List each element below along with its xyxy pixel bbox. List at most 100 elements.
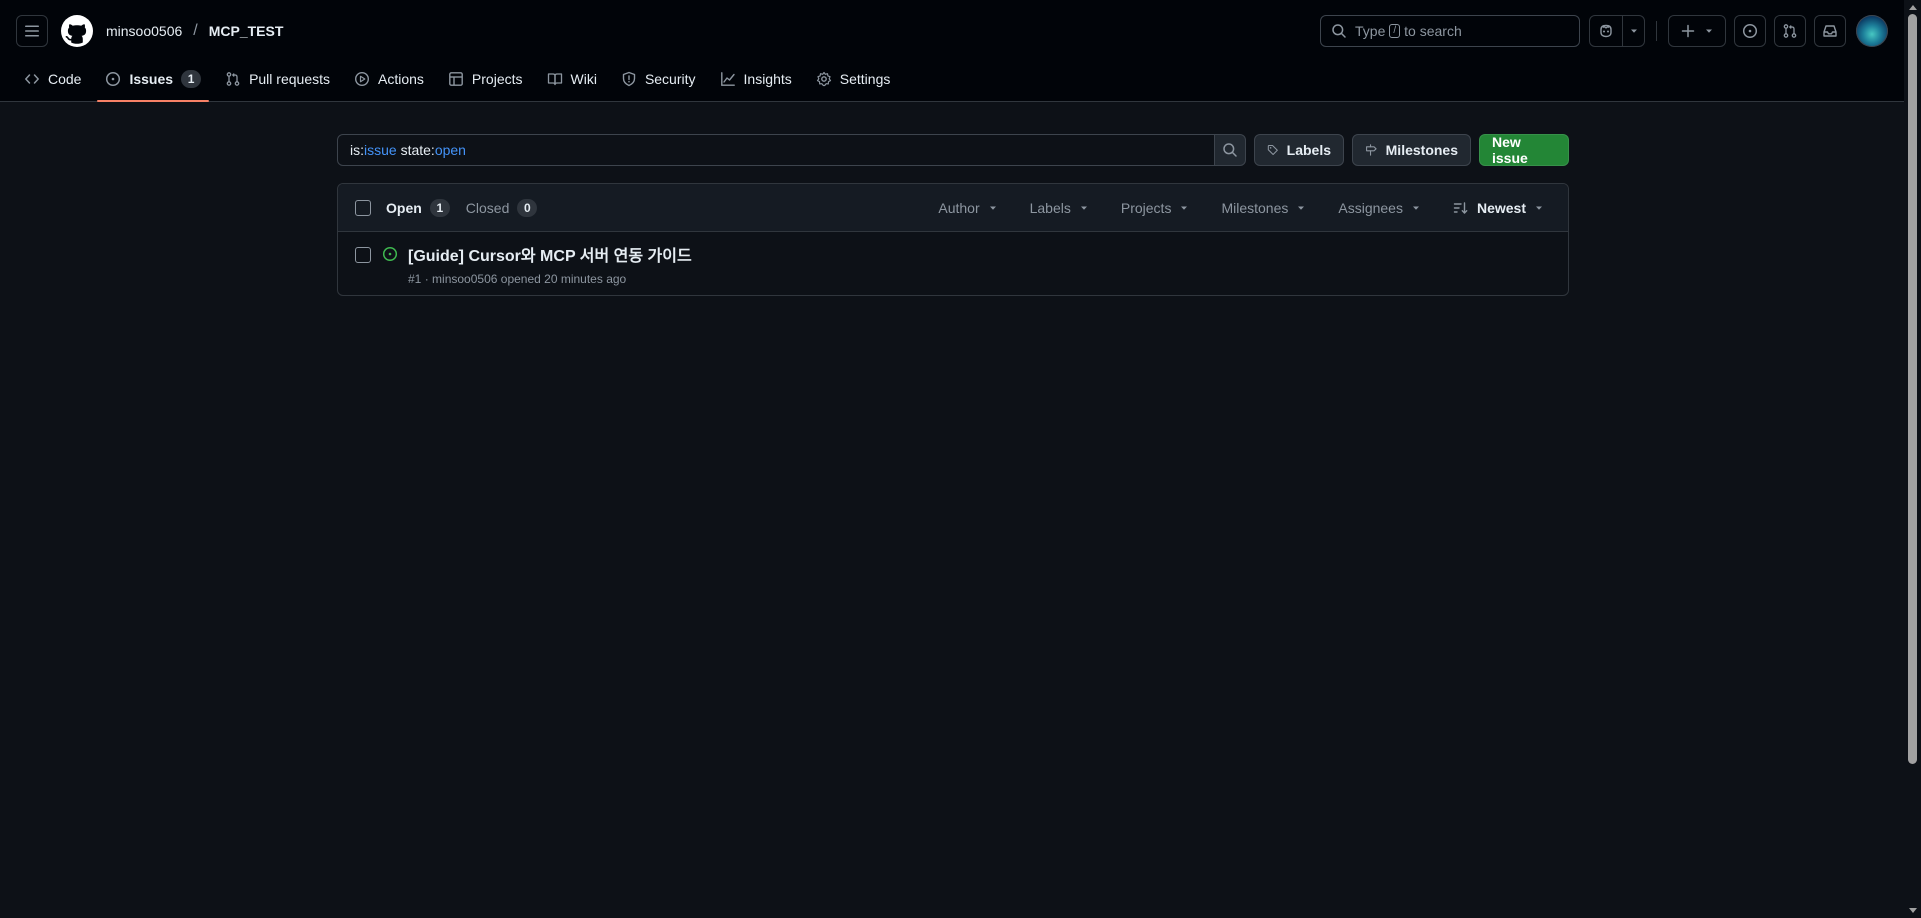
issues-list-header: Open 1 Closed 0 Author Labels Projects M…: [338, 184, 1568, 232]
tab-insights-label: Insights: [743, 71, 792, 87]
graph-icon: [720, 72, 735, 86]
breadcrumb-repo-link[interactable]: MCP_TEST: [209, 23, 284, 39]
triangle-down-icon: [1412, 206, 1419, 210]
search-icon: [1223, 143, 1237, 157]
scroll-up-arrow[interactable]: [1904, 0, 1921, 14]
tab-wiki[interactable]: Wiki: [539, 62, 605, 96]
search-placeholder-pre: Type: [1355, 23, 1386, 39]
git-pull-request-icon: [1783, 24, 1797, 38]
tab-pull-requests[interactable]: Pull requests: [217, 62, 338, 96]
issue-opened-time: opened 20 minutes ago: [500, 272, 627, 286]
copilot-button-group: [1589, 15, 1645, 47]
app-header: minsoo0506 / MCP_TEST Type / to search C…: [0, 0, 1904, 102]
assignees-filter-label: Assignees: [1338, 200, 1403, 216]
sort-label: Newest: [1476, 200, 1526, 216]
projects-filter-menu[interactable]: Projects: [1113, 192, 1198, 224]
search-icon: [1332, 24, 1346, 38]
inbox-icon: [1823, 25, 1837, 37]
filter-value-open: open: [434, 142, 466, 158]
labels-button[interactable]: Labels: [1254, 134, 1344, 166]
global-search-input[interactable]: Type / to search: [1320, 15, 1580, 47]
new-issue-button[interactable]: New issue: [1479, 134, 1569, 166]
tab-actions-label: Actions: [378, 71, 424, 87]
issue-meta-separator: ·: [424, 272, 429, 286]
triangle-down-icon: [1181, 206, 1188, 210]
page-scrollbar[interactable]: [1904, 0, 1921, 918]
tab-insights[interactable]: Insights: [712, 62, 800, 96]
tab-code[interactable]: Code: [16, 62, 89, 96]
issue-author-link[interactable]: minsoo0506: [432, 272, 497, 286]
tab-pull-requests-label: Pull requests: [249, 71, 330, 87]
issue-filter-menus: Author Labels Projects Milestones Assign…: [914, 184, 1552, 232]
issue-opened-icon: [1742, 23, 1758, 39]
filter-qualifier-is: is:: [350, 142, 364, 158]
assignees-filter-menu[interactable]: Assignees: [1330, 192, 1429, 224]
git-pull-request-icon: [226, 72, 240, 86]
sort-desc-icon: [1453, 202, 1468, 214]
open-count-badge: 1: [429, 199, 450, 217]
arrow-up-icon: [1908, 5, 1917, 10]
play-icon: [354, 71, 370, 87]
tab-issues-counter: 1: [181, 70, 202, 88]
tab-security-label: Security: [644, 71, 696, 87]
issues-filter-bar: is: issue state: open Labels Milestones Ne…: [337, 134, 1569, 166]
issue-meta: #1 · minsoo0506 opened 20 minutes ago: [408, 272, 626, 286]
scrollbar-thumb[interactable]: [1908, 14, 1917, 764]
issue-title-link[interactable]: [Guide] Cursor와 MCP 서버 연동 가이드: [408, 242, 692, 266]
labels-filter-label: Labels: [1029, 200, 1071, 216]
copilot-dropdown-button[interactable]: [1622, 16, 1644, 46]
issue-state-toggle: Open 1 Closed 0: [386, 184, 553, 232]
global-menu-button[interactable]: [16, 15, 48, 47]
scroll-down-arrow[interactable]: [1904, 904, 1921, 918]
labels-filter-menu[interactable]: Labels: [1022, 192, 1097, 224]
open-label: Open: [386, 200, 422, 216]
sort-menu[interactable]: Newest: [1445, 192, 1552, 224]
filter-qualifier-state: state:: [400, 142, 435, 158]
repo-nav-tabs: Code Issues 1 Pull requests Actions Proj…: [16, 62, 906, 102]
issue-select-checkbox[interactable]: [355, 247, 371, 263]
tab-settings-label: Settings: [839, 71, 891, 87]
copilot-button[interactable]: [1590, 16, 1622, 46]
select-all-checkbox[interactable]: [355, 200, 371, 216]
milestones-button[interactable]: Milestones: [1352, 134, 1471, 166]
milestones-filter-menu[interactable]: Milestones: [1213, 192, 1314, 224]
closed-count-badge: 0: [517, 199, 538, 217]
copilot-icon: [1600, 24, 1612, 38]
issues-filter-input[interactable]: is: issue state: open: [337, 134, 1215, 166]
triangle-down-icon: [1080, 206, 1087, 210]
github-logo-icon[interactable]: [61, 15, 93, 47]
code-icon: [25, 74, 39, 84]
book-icon: [547, 73, 562, 86]
your-issues-button[interactable]: [1734, 15, 1766, 47]
tab-issues[interactable]: Issues 1: [97, 62, 209, 102]
triangle-down-icon: [1298, 206, 1305, 210]
search-shortcut-key: /: [1389, 24, 1401, 38]
gear-icon: [816, 71, 831, 87]
closed-label: Closed: [465, 200, 510, 216]
author-filter-label: Author: [938, 200, 980, 216]
labels-button-label: Labels: [1286, 142, 1331, 158]
breadcrumb-separator: /: [193, 22, 198, 39]
your-pull-requests-button[interactable]: [1774, 15, 1806, 47]
user-avatar[interactable]: [1856, 15, 1888, 47]
issues-list: Open 1 Closed 0 Author Labels Projects M…: [337, 183, 1569, 296]
closed-issues-link[interactable]: Closed 0: [466, 199, 538, 217]
table-row: [Guide] Cursor와 MCP 서버 연동 가이드 #1 · minso…: [338, 232, 1568, 295]
tab-actions[interactable]: Actions: [346, 62, 432, 96]
header-divider: [1656, 21, 1657, 41]
open-issues-link[interactable]: Open 1: [386, 199, 450, 217]
create-new-button[interactable]: [1668, 15, 1726, 47]
tab-projects[interactable]: Projects: [440, 62, 531, 96]
inbox-notifications-button[interactable]: [1814, 15, 1846, 47]
milestones-button-label: Milestones: [1385, 142, 1458, 158]
tab-settings[interactable]: Settings: [808, 62, 899, 96]
triangle-down-icon: [1630, 29, 1637, 33]
tab-wiki-label: Wiki: [570, 71, 597, 87]
breadcrumb-owner-link[interactable]: minsoo0506: [106, 23, 182, 39]
filter-search-button[interactable]: [1214, 134, 1246, 166]
breadcrumb: minsoo0506 / MCP_TEST: [106, 20, 283, 42]
plus-icon: [1681, 24, 1695, 38]
tab-code-label: Code: [48, 71, 82, 87]
tab-security[interactable]: Security: [613, 62, 704, 96]
author-filter-menu[interactable]: Author: [930, 192, 1005, 224]
